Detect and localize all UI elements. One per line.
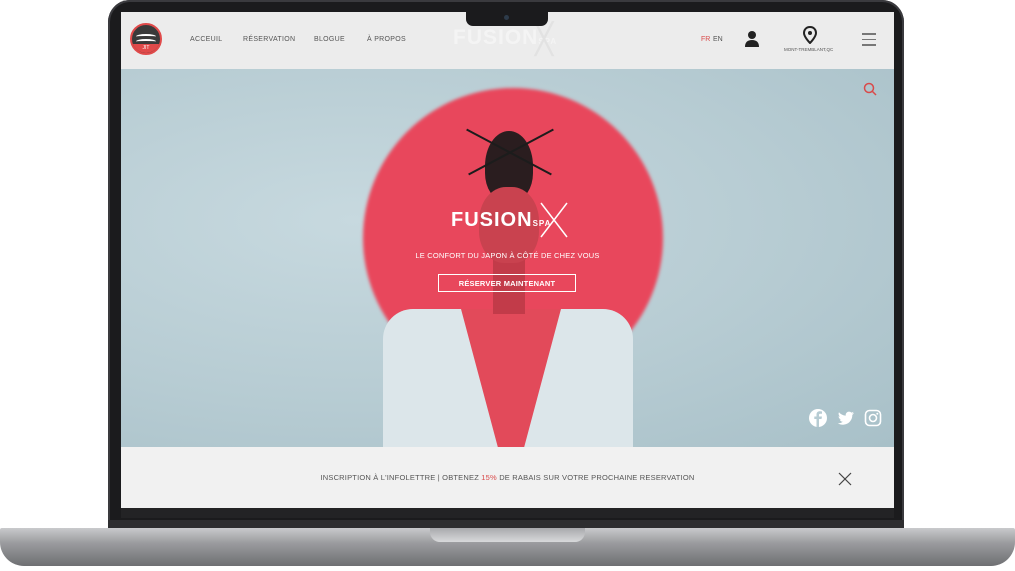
laptop-opening-notch xyxy=(430,528,585,542)
nav-link-blogue[interactable]: BLOGUE xyxy=(314,36,345,43)
newsletter-banner: INSCRIPTION À L'INFOLETTRE | OBTENEZ 15%… xyxy=(121,447,894,508)
brand-x-mark: ╳ xyxy=(535,23,554,56)
site-logo[interactable]: JIT xyxy=(130,23,162,55)
nav-link-reservation[interactable]: RÉSERVATION xyxy=(243,36,295,43)
discount-highlight: 15% xyxy=(481,473,497,482)
logo-label: JIT xyxy=(132,44,160,53)
close-icon[interactable] xyxy=(838,472,852,486)
camera-notch xyxy=(466,12,548,26)
search-icon[interactable] xyxy=(863,82,877,96)
menu-icon[interactable] xyxy=(862,33,876,46)
hero-section: FUSIONSPA LE CONFORT DU JAPON À CÔTÉ DE … xyxy=(121,69,894,447)
camera-icon xyxy=(504,15,509,20)
lang-fr-link[interactable]: FR xyxy=(701,36,710,43)
newsletter-text[interactable]: INSCRIPTION À L'INFOLETTRE | OBTENEZ 15%… xyxy=(121,473,894,482)
user-icon[interactable] xyxy=(745,30,759,48)
website-screen: JIT ACCEUIL RÉSERVATION BLOGUE À PROPOS … xyxy=(121,12,894,508)
location-pin-icon[interactable] xyxy=(803,26,817,44)
hero-tagline: LE CONFORT DU JAPON À CÔTÉ DE CHEZ VOUS xyxy=(415,251,600,260)
nav-link-a-propos[interactable]: À PROPOS xyxy=(367,36,406,43)
nav-link-accueil[interactable]: ACCEUIL xyxy=(190,36,222,43)
hero-brand-wordmark: FUSIONSPA xyxy=(451,209,552,231)
brand-x-icon xyxy=(540,202,568,238)
lang-en-link[interactable]: EN xyxy=(713,36,723,43)
reserve-now-button[interactable]: RÉSERVER MAINTENANT xyxy=(438,274,576,292)
twitter-icon[interactable] xyxy=(837,409,855,427)
facebook-icon[interactable] xyxy=(809,409,827,427)
screen-bottom-bezel xyxy=(121,508,894,518)
instagram-icon[interactable] xyxy=(864,409,882,427)
laptop-frame: JIT ACCEUIL RÉSERVATION BLOGUE À PROPOS … xyxy=(0,0,1015,571)
location-label: MONT-TREMBLANT,QC xyxy=(784,47,834,52)
